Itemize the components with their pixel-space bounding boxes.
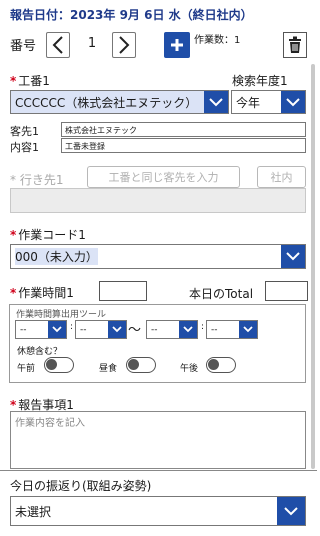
work-count: 作業数：1: [194, 35, 241, 46]
work-time-label: * 作業時間1: [10, 284, 74, 301]
report-label-text: 報告事項1: [18, 398, 74, 412]
time-separator: :: [201, 322, 205, 332]
work-time-label-text: 作業時間1: [18, 286, 74, 300]
work-code-value: 000（未入力）: [15, 248, 98, 265]
work-code-label: * 作業コード1: [10, 226, 86, 243]
content-value: 工番未登録: [61, 138, 306, 153]
add-work-button[interactable]: [164, 32, 190, 58]
chevron-down-icon: [48, 321, 66, 338]
chevron-right-icon: [119, 36, 130, 54]
chevron-down-icon: [281, 91, 305, 113]
inhouse-button[interactable]: 社内: [257, 166, 306, 188]
today-total-label: 本日のTotal: [189, 287, 254, 301]
chevron-down-icon: [239, 321, 257, 338]
koban-label-text: 工番1: [18, 74, 50, 88]
chevron-down-icon: [108, 321, 126, 338]
content-label: 内容1: [10, 141, 39, 154]
reflection-value: 未選択: [15, 504, 52, 519]
pm-label: 午後: [180, 364, 199, 374]
client-value: 株式会社エヌテック: [61, 122, 306, 137]
required-mark: *: [10, 398, 17, 412]
today-total-input[interactable]: [265, 281, 308, 301]
prev-button[interactable]: [46, 32, 70, 58]
required-mark: *: [10, 74, 17, 88]
pm-break-toggle[interactable]: [206, 357, 236, 373]
koban-select[interactable]: CCCCCC（株式会社エヌテック）: [10, 90, 229, 114]
end-hour-value: --: [151, 324, 158, 335]
trash-icon: [289, 36, 301, 53]
plus-icon: [171, 39, 183, 51]
start-min-select[interactable]: --: [75, 320, 127, 339]
koban-select-value: CCCCCC（株式会社エヌテック）: [15, 95, 198, 110]
am-break-toggle[interactable]: [44, 357, 74, 373]
reflection-select[interactable]: 未選択: [10, 496, 306, 526]
work-code-select[interactable]: 000（未入力）: [10, 244, 306, 269]
end-hour-select[interactable]: --: [146, 320, 198, 339]
chevron-down-icon: [204, 91, 228, 113]
time-separator: :: [70, 322, 74, 332]
scrollbar[interactable]: [311, 64, 315, 469]
number-value: 1: [87, 36, 97, 51]
toggle-knob: [208, 359, 219, 370]
chevron-down-icon: [179, 321, 197, 338]
required-mark: *: [10, 286, 17, 300]
lunch-label: 昼食: [99, 364, 118, 374]
end-min-value: --: [211, 324, 218, 335]
toggle-knob: [46, 359, 57, 370]
toggle-knob: [128, 359, 139, 370]
break-label: 休憩含む？: [17, 347, 63, 357]
number-label: 番号: [10, 39, 37, 54]
chevron-down-icon: [281, 245, 305, 268]
destination-label: * 行き先1: [10, 171, 63, 188]
chevron-down-icon: [277, 497, 305, 525]
work-time-input[interactable]: [99, 281, 147, 301]
search-year-select[interactable]: 今年: [231, 90, 306, 114]
required-mark: *: [10, 228, 17, 242]
tilde: ～: [128, 323, 142, 338]
report-date-title: 報告日付：2023年 9月 6日 水（終日社内）: [10, 8, 253, 22]
search-year-label: 検索年度1: [232, 74, 288, 88]
work-code-label-text: 作業コード1: [18, 228, 86, 242]
destination-label-text: 行き先1: [19, 173, 64, 187]
start-hour-select[interactable]: --: [15, 320, 67, 339]
destination-input[interactable]: [10, 188, 306, 213]
time-tool-title: 作業時間算出用ツール: [16, 310, 107, 320]
koban-label: * 工番1: [10, 72, 50, 89]
chevron-left-icon: [52, 36, 63, 54]
am-label: 午前: [17, 364, 36, 374]
same-client-button[interactable]: 工番と同じ客先を入力: [87, 166, 240, 188]
required-mark: *: [10, 173, 20, 187]
next-button[interactable]: [112, 32, 136, 58]
end-min-select[interactable]: --: [206, 320, 258, 339]
start-min-value: --: [80, 324, 87, 335]
delete-button[interactable]: [283, 32, 307, 58]
start-hour-value: --: [20, 324, 27, 335]
report-textarea[interactable]: 作業内容を記入: [10, 411, 306, 469]
search-year-value: 今年: [236, 95, 261, 110]
reflection-label: 今日の振返り(取組み姿勢): [10, 479, 152, 493]
client-label: 客先1: [10, 125, 39, 138]
lunch-break-toggle[interactable]: [126, 357, 156, 373]
